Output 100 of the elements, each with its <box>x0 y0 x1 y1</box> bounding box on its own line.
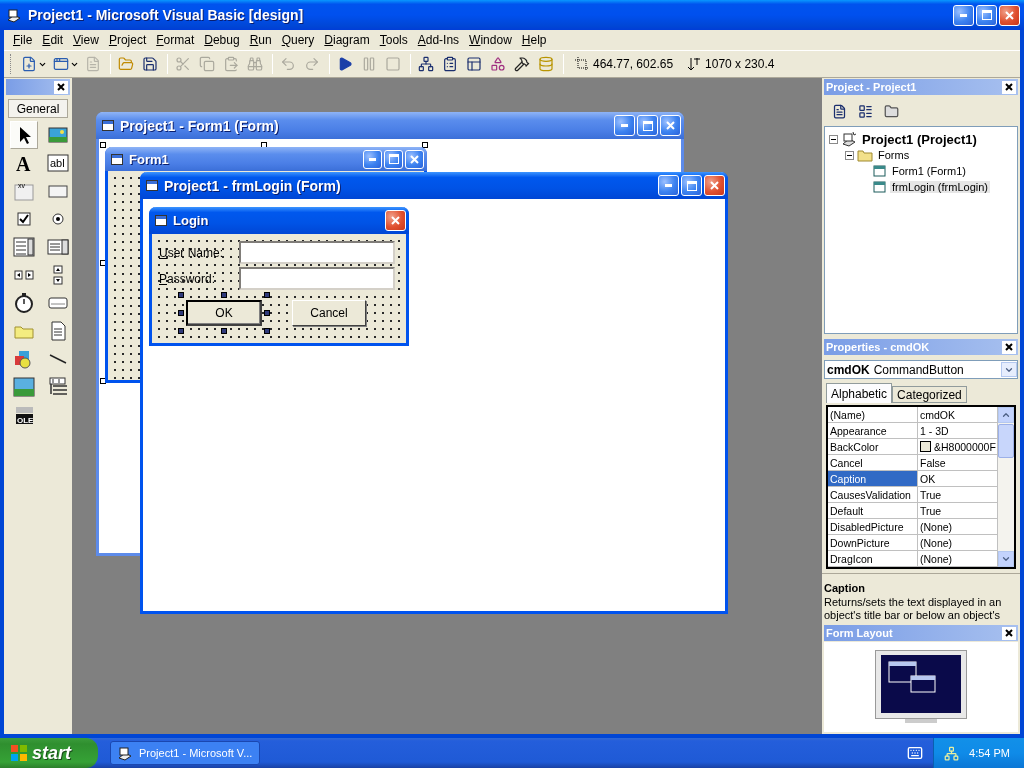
windows-logo-icon <box>10 744 28 762</box>
menu-item[interactable]: File <box>8 31 38 49</box>
property-name[interactable]: DownPicture <box>828 535 918 551</box>
size-icon <box>687 57 702 71</box>
selection-handle[interactable] <box>178 328 184 334</box>
property-name[interactable]: Cancel <box>828 455 918 471</box>
window-title: Project1 - Form1 (Form) <box>120 117 280 134</box>
collapse-icon[interactable] <box>829 134 838 144</box>
text-field[interactable] <box>239 241 395 264</box>
form-icon <box>146 180 158 191</box>
object-combo[interactable]: cmdOK CommandButton <box>824 360 1018 379</box>
window-title: Project1 - Microsoft Visual Basic [design] <box>28 7 305 23</box>
close-button[interactable] <box>1002 626 1016 640</box>
selection-handle[interactable] <box>422 142 428 148</box>
property-value[interactable]: True <box>918 487 998 503</box>
menu-item[interactable]: Project <box>103 31 152 49</box>
menu-item[interactable]: Debug <box>199 31 245 49</box>
scroll-up-button[interactable] <box>998 407 1014 423</box>
maximize-button[interactable] <box>681 175 702 196</box>
menu-item[interactable]: Help <box>516 31 552 49</box>
tree-item[interactable]: Form1 (Form1) <box>890 165 968 177</box>
close-button[interactable] <box>1002 340 1016 354</box>
close-icon <box>57 83 65 91</box>
document-icon <box>831 103 847 119</box>
folder-icon <box>857 148 873 162</box>
form-button[interactable]: OK <box>186 300 262 326</box>
form-title: Login <box>173 213 210 228</box>
property-value[interactable]: (None) <box>918 519 998 535</box>
menu-item[interactable]: Run <box>244 31 277 49</box>
selection-handle[interactable] <box>221 328 227 334</box>
close-button[interactable] <box>1002 80 1016 94</box>
menu-item[interactable]: Edit <box>37 31 69 49</box>
selection-handle[interactable] <box>221 292 227 298</box>
property-value[interactable]: (None) <box>918 551 998 567</box>
tree-item[interactable]: Project1 (Project1) <box>860 131 979 147</box>
maximize-button[interactable] <box>976 4 997 26</box>
property-name[interactable]: (Name) <box>828 407 918 423</box>
property-value[interactable]: (None) <box>918 535 998 551</box>
menu-item[interactable]: View <box>68 31 104 49</box>
property-name[interactable]: CausesValidation <box>828 487 918 503</box>
taskbar-button[interactable]: Project1 - Microsoft V... <box>110 741 260 765</box>
property-value[interactable]: OK <box>918 471 998 487</box>
collapse-icon[interactable] <box>845 150 854 160</box>
start-button[interactable]: start <box>0 738 98 768</box>
scroll-thumb[interactable] <box>998 424 1014 458</box>
selection-handle[interactable] <box>264 310 270 316</box>
property-name[interactable]: DisabledPicture <box>828 519 918 535</box>
property-value[interactable]: &H8000000F <box>918 439 998 455</box>
minimize-button[interactable] <box>658 175 679 196</box>
menu-item[interactable]: Format <box>151 31 200 49</box>
selection-handle[interactable] <box>178 310 184 316</box>
position-readout: 464.77, 602.65 <box>593 57 674 71</box>
property-name[interactable]: DragIcon <box>828 551 918 567</box>
menu-item[interactable]: Add-Ins <box>412 31 465 49</box>
property-value[interactable]: True <box>918 503 998 519</box>
close-button[interactable] <box>54 80 68 94</box>
minimize-button[interactable] <box>363 149 382 169</box>
scrollbar[interactable] <box>998 407 1014 567</box>
minimize-button[interactable] <box>953 4 974 26</box>
copy-icon <box>199 56 215 72</box>
scroll-down-button[interactable] <box>998 551 1014 567</box>
value-text: False <box>920 456 946 469</box>
window-icon <box>53 56 69 72</box>
property-value[interactable]: 1 - 3D <box>918 423 998 439</box>
property-name[interactable]: BackColor <box>828 439 918 455</box>
image-icon <box>13 376 35 398</box>
value-text: True <box>920 504 942 517</box>
field-label: User Name: <box>159 245 225 260</box>
tab[interactable]: Categorized <box>892 386 967 403</box>
menu-item[interactable]: Query <box>276 31 320 49</box>
property-value[interactable]: cmdOK <box>918 407 998 423</box>
selection-handle[interactable] <box>178 292 184 298</box>
menu-item[interactable]: Window <box>464 31 517 49</box>
stop-icon <box>385 56 401 72</box>
property-name[interactable]: Default <box>828 503 918 519</box>
dropdown-button[interactable] <box>1001 362 1017 377</box>
selection-handle[interactable] <box>100 142 106 148</box>
text-field[interactable] <box>239 267 395 290</box>
tree-item[interactable]: frmLogin (frmLogin) <box>890 181 990 193</box>
maximize-button[interactable] <box>384 149 403 169</box>
selection-handle[interactable] <box>264 328 270 334</box>
minimize-icon <box>368 157 377 161</box>
toolbox-tab[interactable]: General <box>8 99 68 118</box>
close-icon <box>1005 10 1014 20</box>
tree-item[interactable]: Forms <box>876 149 912 161</box>
tools-icon <box>514 56 530 72</box>
maximize-button[interactable] <box>637 115 658 136</box>
menu-item[interactable]: Tools <box>374 31 413 49</box>
tool-button[interactable] <box>10 121 38 149</box>
property-name[interactable]: Caption <box>828 471 918 487</box>
close-button[interactable] <box>999 4 1020 26</box>
menu-item[interactable]: Diagram <box>319 31 375 49</box>
property-value[interactable]: False <box>918 455 998 471</box>
selection-handle[interactable] <box>264 292 270 298</box>
color-swatch <box>920 441 931 452</box>
property-name[interactable]: Appearance <box>828 423 918 439</box>
description-title: Caption <box>824 582 866 594</box>
minimize-button[interactable] <box>614 115 635 136</box>
tab[interactable]: Alphabetic <box>826 383 893 403</box>
form-button[interactable]: Cancel <box>292 300 366 326</box>
